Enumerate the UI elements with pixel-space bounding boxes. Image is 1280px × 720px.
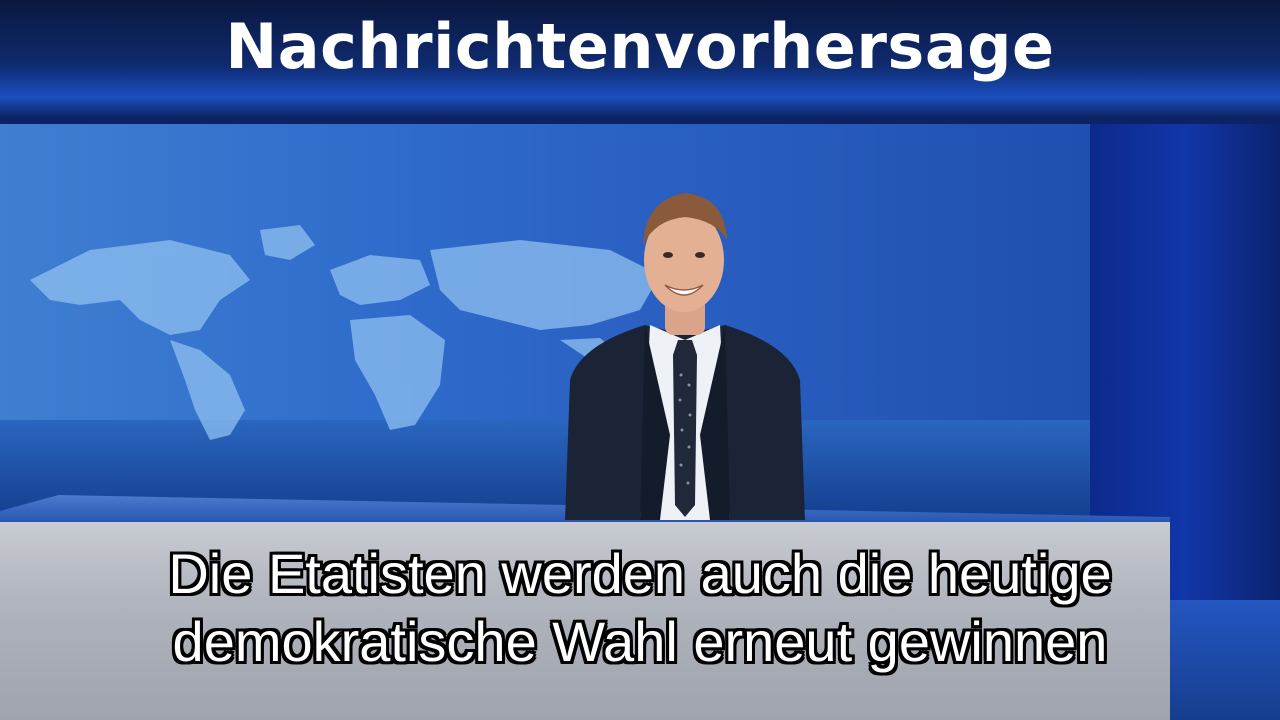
page-title: Nachrichtenvorhersage <box>225 10 1055 83</box>
news-studio-scene: Nachrichtenvorhersage Die Etatisten werd… <box>0 0 1280 720</box>
subtitle-line-2: demokratische Wahl erneut gewinnen <box>172 610 1108 673</box>
subtitle-line-1: Die Etatisten werden auch die heutige <box>168 542 1112 605</box>
news-anchor-figure <box>565 193 805 520</box>
subtitle-caption: Die Etatisten werden auch die heutige de… <box>0 540 1280 676</box>
